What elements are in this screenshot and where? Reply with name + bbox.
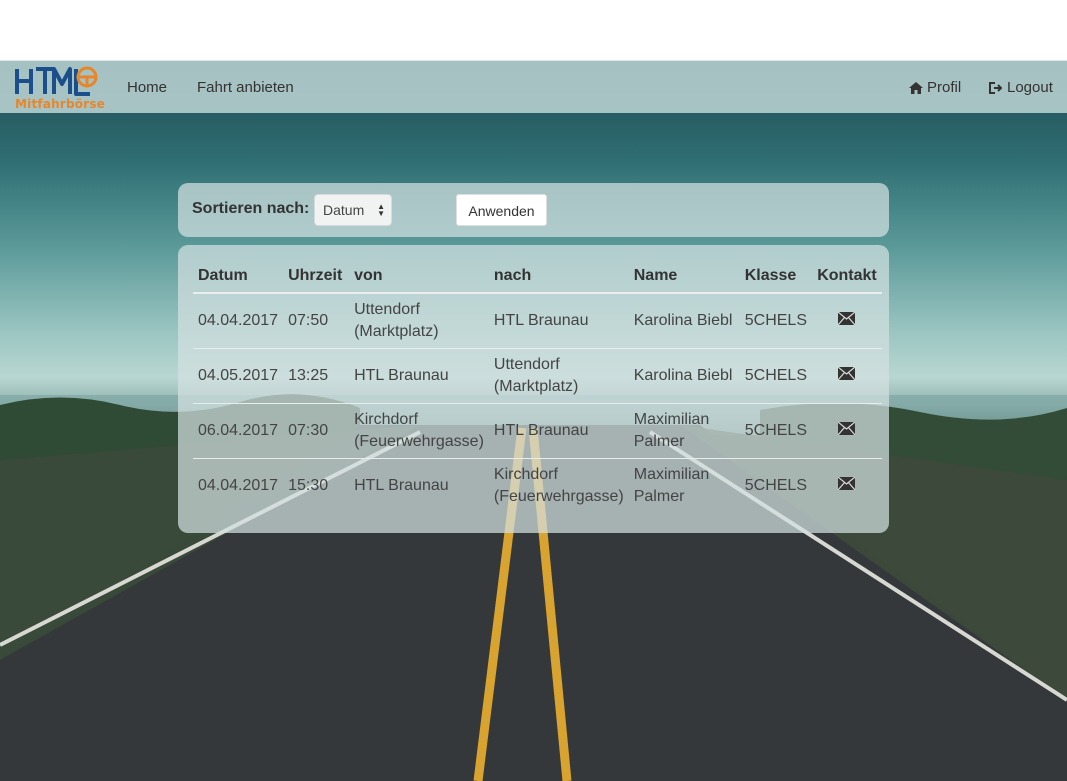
table-header-row: Datum Uhrzeit von nach Name Klasse Konta…: [193, 261, 882, 294]
cell-datum: 06.04.2017: [193, 402, 284, 458]
logout-label: Logout: [1007, 79, 1053, 96]
cell-kontakt: [811, 347, 882, 403]
header-uhrzeit: Uhrzeit: [283, 261, 350, 294]
cell-uhrzeit: 15:30: [283, 457, 350, 513]
rides-table-panel: Datum Uhrzeit von nach Name Klasse Konta…: [178, 245, 889, 533]
sort-selected-value: Datum: [323, 202, 365, 218]
navbar: Mitfahrbörse Home Fahrt anbieten Profil …: [0, 60, 1067, 113]
profil-label: Profil: [927, 79, 962, 96]
envelope-icon[interactable]: [838, 366, 856, 380]
envelope-icon[interactable]: [838, 476, 856, 490]
cell-nach: HTL Braunau: [488, 402, 629, 458]
cell-klasse: 5CHELS: [739, 347, 812, 403]
sort-panel: Sortieren nach: Datum ▲ ▼ Anwenden: [178, 183, 889, 237]
nav-fahrt-anbieten[interactable]: Fahrt anbieten: [197, 79, 294, 96]
cell-kontakt: [811, 402, 882, 458]
cell-von: HTL Braunau: [349, 457, 489, 513]
cell-uhrzeit: 13:25: [283, 347, 350, 403]
cell-nach: HTL Braunau: [493, 311, 589, 329]
table-row: 04.04.2017 15:30 HTL Braunau Kirchdorf (…: [193, 457, 882, 513]
cell-klasse: 5CHELS: [739, 457, 812, 513]
logo-text: Mitfahrbörse: [15, 97, 106, 111]
logout-icon: [989, 81, 1003, 94]
sort-select[interactable]: Datum ▲ ▼: [314, 194, 392, 226]
header-nach: nach: [488, 261, 629, 294]
cell-von: Uttendorf (Marktplatz): [354, 300, 439, 340]
cell-klasse: 5CHELS: [739, 402, 812, 458]
envelope-icon[interactable]: [838, 311, 856, 325]
nav-home[interactable]: Home: [127, 79, 167, 96]
header-name: Name: [628, 261, 740, 294]
cell-kontakt: [812, 293, 882, 348]
cell-datum: 04.04.2017: [193, 457, 284, 513]
cell-name: Maximilian Palmer: [628, 402, 740, 458]
nav-profil[interactable]: Profil: [908, 79, 961, 96]
table-row: 04.05.2017 13:25 HTL Braunau Uttendorf (…: [193, 347, 882, 403]
header-kontakt: Kontakt: [811, 261, 882, 294]
home-icon: [909, 81, 923, 94]
header-datum: Datum: [193, 261, 284, 294]
cell-name: Karolina Biebl: [628, 347, 740, 403]
sort-label: Sortieren nach:: [192, 200, 310, 217]
cell-uhrzeit: 07:50: [288, 311, 329, 329]
cell-name: Maximilian Palmer: [628, 457, 740, 513]
cell-nach: Uttendorf (Marktplatz): [488, 347, 629, 403]
nav-logout[interactable]: Logout: [988, 79, 1053, 96]
cell-name: Karolina Biebl: [633, 311, 733, 329]
apply-button[interactable]: Anwenden: [456, 194, 547, 226]
header-von: von: [349, 261, 489, 294]
cell-von: HTL Braunau: [349, 347, 489, 403]
cell-klasse: 5CHELS: [744, 311, 807, 329]
table-row: 06.04.2017 07:30 Kirchdorf (Feuerwehrgas…: [193, 402, 882, 458]
cell-kontakt: [811, 457, 882, 513]
cell-datum: 04.05.2017: [193, 347, 284, 403]
cell-von: Kirchdorf (Feuerwehrgasse): [349, 402, 489, 458]
envelope-icon[interactable]: [838, 421, 856, 435]
select-arrows-icon: ▲ ▼: [377, 202, 385, 218]
rides-table: Datum Uhrzeit von nach Name Klasse Konta…: [193, 261, 882, 513]
cell-uhrzeit: 07:30: [283, 402, 350, 458]
header-klasse: Klasse: [739, 261, 812, 294]
cell-nach: Kirchdorf (Feuerwehrgasse): [488, 457, 629, 513]
table-row: 04.04.2017 07:50 Uttendorf (Marktplatz) …: [193, 293, 882, 348]
cell-datum: 04.04.2017: [198, 311, 279, 329]
